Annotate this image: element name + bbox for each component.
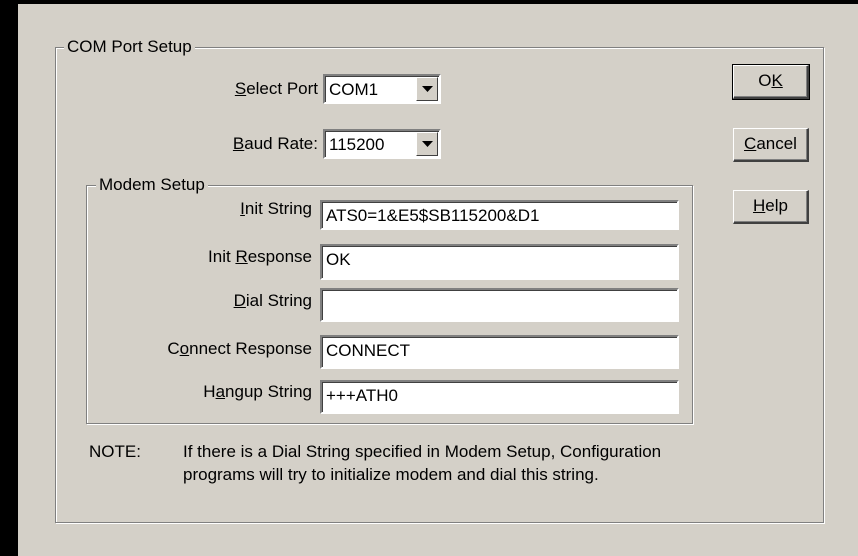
init-string-value: ATS0=1&E5$SB115200&D1 — [326, 206, 540, 225]
com-port-setup-dialog: COM Port Setup Select Port COM1 Baud Rat… — [0, 0, 858, 556]
init-string-label: Init String — [240, 199, 312, 218]
baud-rate-combo[interactable]: 115200 — [323, 129, 441, 159]
dial-string-label: Dial String — [233, 291, 312, 310]
note-text-line2: programs will try to initialize modem an… — [183, 465, 599, 484]
chevron-down-icon — [422, 141, 433, 147]
select-port-combo[interactable]: COM1 — [323, 74, 441, 104]
modem-setup-title: Modem Setup — [96, 175, 208, 195]
cancel-button[interactable]: Cancel — [733, 128, 809, 162]
note-text-line1: If there is a Dial String specified in M… — [183, 442, 662, 461]
select-port-label: Select Port — [234, 79, 318, 98]
init-response-field[interactable]: OK — [320, 244, 679, 280]
connect-response-value: CONNECT — [326, 341, 411, 360]
hangup-string-label: Hangup String — [203, 382, 312, 401]
connect-response-label: Connect Response — [167, 339, 312, 358]
baud-rate-value: 115200 — [329, 135, 385, 154]
hangup-string-value: +++ATH0 — [326, 386, 398, 405]
ok-button[interactable]: OK — [732, 64, 810, 100]
baud-rate-label: Baud Rate: — [232, 134, 318, 153]
select-port-value: COM1 — [329, 80, 379, 99]
connect-response-field[interactable]: CONNECT — [320, 335, 679, 369]
help-button[interactable]: Help — [733, 190, 809, 224]
baud-rate-dropdown-button[interactable] — [416, 132, 438, 156]
init-response-value: OK — [326, 250, 351, 269]
chevron-down-icon — [422, 86, 433, 92]
init-response-label: Init Response — [208, 247, 312, 266]
window-frame-left — [0, 0, 18, 556]
note-label: NOTE: — [89, 442, 141, 461]
init-string-field[interactable]: ATS0=1&E5$SB115200&D1 — [320, 200, 679, 230]
select-port-dropdown-button[interactable] — [416, 77, 438, 101]
window-frame-top — [0, 0, 858, 4]
dial-string-field[interactable] — [320, 288, 679, 322]
hangup-string-field[interactable]: +++ATH0 — [320, 380, 679, 414]
com-port-setup-title: COM Port Setup — [64, 37, 195, 57]
